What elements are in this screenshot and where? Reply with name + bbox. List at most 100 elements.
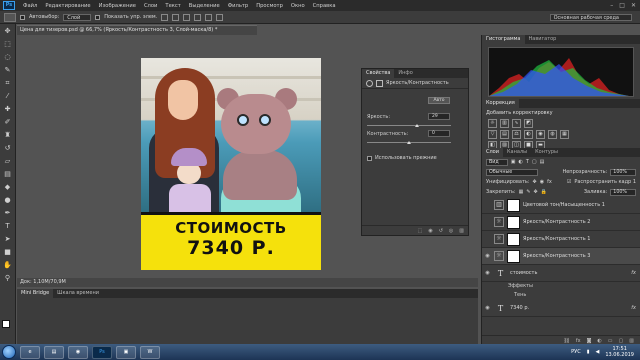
- marquee-tool-icon[interactable]: ⬚: [3, 39, 13, 49]
- menu-view[interactable]: Просмотр: [252, 3, 287, 9]
- menu-help[interactable]: Справка: [309, 3, 340, 9]
- menu-select[interactable]: Выделение: [185, 3, 224, 9]
- menu-image[interactable]: Изображение: [95, 3, 140, 9]
- contrast-slider-thumb[interactable]: [407, 141, 411, 144]
- align-bottom-icon[interactable]: [183, 13, 191, 21]
- reset-icon[interactable]: ↺: [439, 228, 443, 234]
- menu-file[interactable]: Файл: [19, 3, 41, 9]
- new-adjustment-icon[interactable]: ◐: [597, 338, 601, 344]
- layer-name[interactable]: 7340 р.: [510, 305, 529, 311]
- mask-icon[interactable]: [376, 79, 383, 87]
- align-top-icon[interactable]: [161, 13, 169, 21]
- tab-paths[interactable]: Контуры: [531, 148, 562, 157]
- taskbar-app-chrome[interactable]: ◉: [68, 345, 88, 359]
- color-balance-adj-icon[interactable]: ⚖: [512, 130, 521, 139]
- lock-transparency-icon[interactable]: ▦: [519, 189, 524, 195]
- stamp-tool-icon[interactable]: ♜: [3, 130, 13, 140]
- eraser-tool-icon[interactable]: ▱: [3, 156, 13, 166]
- clip-to-layer-icon[interactable]: ⬚: [418, 228, 423, 234]
- taskbar-app-photoshop[interactable]: Ps: [92, 345, 112, 359]
- brightness-slider-thumb[interactable]: [415, 124, 419, 127]
- effect-drop-shadow[interactable]: Тень: [482, 291, 640, 300]
- curves-adj-icon[interactable]: ∿: [512, 119, 521, 128]
- tab-navigator[interactable]: Навигатор: [525, 35, 561, 44]
- view-previous-icon[interactable]: ◉: [428, 228, 432, 234]
- contrast-input[interactable]: 0: [428, 130, 450, 137]
- crop-tool-icon[interactable]: ⌗: [3, 78, 13, 88]
- layer-row[interactable]: ☼ Яркость/Контрастность 1: [482, 231, 640, 248]
- link-layers-icon[interactable]: ⛓: [563, 338, 569, 344]
- eye-icon[interactable]: ◉: [484, 305, 491, 312]
- tab-layers[interactable]: Слои: [482, 148, 503, 157]
- document-tab[interactable]: Цена для тизеров.psd @ 66,7% (Яркость/Ко…: [17, 25, 257, 35]
- visibility-toggle[interactable]: [484, 236, 491, 243]
- show-controls-checkbox[interactable]: [95, 14, 101, 20]
- blur-tool-icon[interactable]: ◆: [3, 182, 13, 192]
- opacity-input[interactable]: 100%: [610, 168, 636, 176]
- menu-edit[interactable]: Редактирование: [41, 3, 94, 9]
- lasso-tool-icon[interactable]: ◌: [3, 52, 13, 62]
- filter-type-icon[interactable]: T: [526, 159, 529, 165]
- zoom-tool-icon[interactable]: ⚲: [3, 273, 13, 283]
- add-style-icon[interactable]: fx: [576, 338, 581, 344]
- clock[interactable]: 17:51 13.06.2019: [605, 346, 634, 358]
- unify-visibility-icon[interactable]: ◉: [540, 179, 544, 185]
- tab-histogram[interactable]: Гистограмма: [482, 35, 525, 44]
- quick-select-tool-icon[interactable]: ✎: [3, 65, 13, 75]
- blend-mode-dropdown[interactable]: Обычные: [486, 168, 538, 176]
- move-tool-preset-icon[interactable]: [4, 12, 16, 22]
- propagate-checkbox[interactable]: ☑: [567, 179, 571, 185]
- layer-row[interactable]: ☼ Яркость/Контрастность 2: [482, 214, 640, 231]
- foreground-color-swatch[interactable]: [2, 320, 10, 328]
- layer-mask-thumbnail[interactable]: [507, 198, 520, 212]
- fx-icon[interactable]: fx: [631, 305, 636, 311]
- visibility-icon[interactable]: ◎: [449, 228, 453, 234]
- pen-tool-icon[interactable]: ✒: [3, 208, 13, 218]
- lock-position-icon[interactable]: ✥: [534, 189, 538, 195]
- menu-filter[interactable]: Фильтр: [224, 3, 253, 9]
- filter-shape-icon[interactable]: ▢: [532, 159, 537, 165]
- layer-mask-thumbnail[interactable]: [507, 232, 520, 246]
- menu-layers[interactable]: Слои: [140, 3, 161, 9]
- tab-mini-bridge[interactable]: Mini Bridge: [17, 289, 54, 298]
- shape-tool-icon[interactable]: ■: [3, 247, 13, 257]
- type-tool-icon[interactable]: T: [3, 221, 13, 231]
- eye-icon[interactable]: ◉: [484, 270, 491, 277]
- history-brush-tool-icon[interactable]: ↺: [3, 143, 13, 153]
- photo-filter-adj-icon[interactable]: ◉: [536, 130, 545, 139]
- unify-style-icon[interactable]: fx: [547, 179, 552, 185]
- layer-name[interactable]: Яркость/Контрастность 2: [523, 219, 590, 225]
- lock-all-icon[interactable]: 🔒: [541, 189, 547, 195]
- filter-smart-icon[interactable]: ▤: [540, 159, 545, 165]
- tab-properties[interactable]: Свойства: [362, 69, 395, 78]
- fill-input[interactable]: 100%: [610, 188, 636, 196]
- layer-name[interactable]: стоимость: [510, 270, 537, 276]
- minimize-icon[interactable]: –: [610, 2, 613, 9]
- tab-channels[interactable]: Каналы: [503, 148, 531, 157]
- eyedropper-tool-icon[interactable]: ⁄: [3, 91, 13, 101]
- path-select-tool-icon[interactable]: ➤: [3, 234, 13, 244]
- autoselect-dropdown[interactable]: Слой: [63, 13, 92, 21]
- network-icon[interactable]: ▮: [587, 349, 590, 355]
- use-legacy-checkbox[interactable]: [367, 155, 372, 161]
- hand-tool-icon[interactable]: ✋: [3, 260, 13, 270]
- start-button-icon[interactable]: [2, 345, 16, 359]
- tab-timeline[interactable]: Шкала времени: [53, 289, 103, 298]
- layer-filter-dropdown[interactable]: Вид: [486, 158, 508, 166]
- trash-icon[interactable]: ▥: [459, 228, 464, 234]
- tab-info[interactable]: Инфо: [394, 69, 416, 78]
- layer-name[interactable]: Яркость/Контрастность 3: [523, 253, 590, 259]
- hue-sat-adj-icon[interactable]: ▤: [500, 130, 509, 139]
- align-center-icon[interactable]: [205, 13, 213, 21]
- layer-name[interactable]: Яркость/Контрастность 1: [523, 236, 590, 242]
- new-layer-icon[interactable]: ▢: [619, 338, 624, 344]
- brush-tool-icon[interactable]: ✐: [3, 117, 13, 127]
- align-right-icon[interactable]: [216, 13, 224, 21]
- fx-icon[interactable]: fx: [631, 270, 636, 276]
- taskbar-app-ie[interactable]: e: [20, 345, 40, 359]
- visibility-toggle[interactable]: [484, 219, 491, 226]
- unify-position-icon[interactable]: ✥: [533, 179, 537, 185]
- maximize-icon[interactable]: □: [619, 2, 625, 9]
- menu-window[interactable]: Окно: [287, 3, 309, 9]
- dodge-tool-icon[interactable]: ●: [3, 195, 13, 205]
